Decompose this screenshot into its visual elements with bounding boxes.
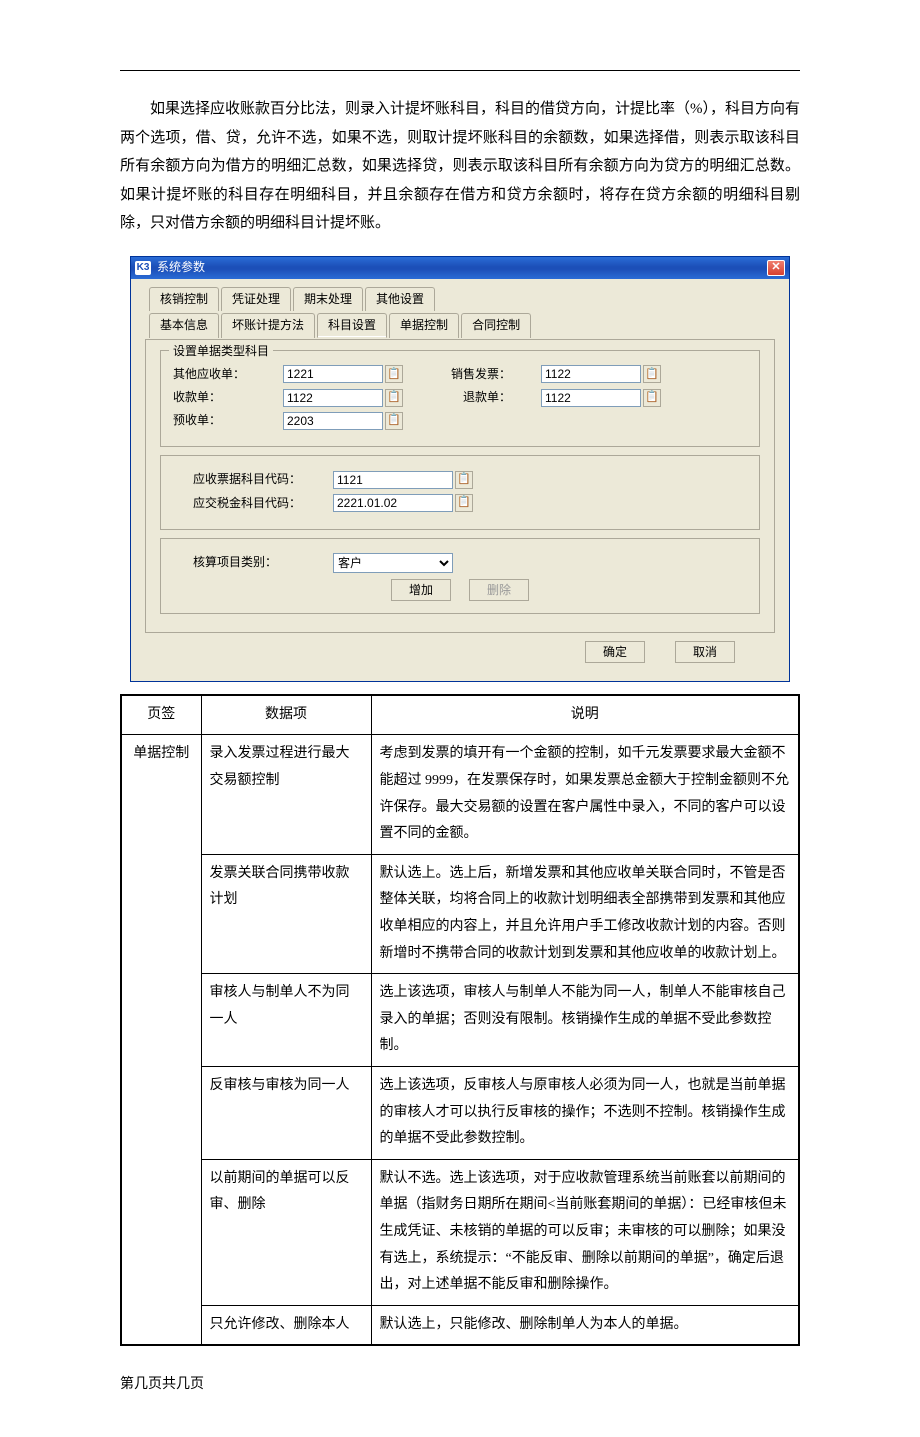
table-row: 反审核与审核为同一人 选上该选项，反审核人与原审核人必须为同一人，也就是当前单据… <box>121 1066 799 1159</box>
desc-cell: 选上该选项，审核人与制单人不能为同一人，制单人不能审核自己录入的单据；否则没有限… <box>371 974 799 1067</box>
desc-cell: 默认选上。选上后，新增发票和其他应收单关联合同时，不管是否整体关联，均将合同上的… <box>371 854 799 973</box>
tab-periodend[interactable]: 期末处理 <box>293 287 363 311</box>
system-params-dialog: K3 系统参数 ✕ 核销控制 凭证处理 期末处理 其他设置 基本信息 坏账计提方… <box>130 256 790 682</box>
receipt-label: 收款单： <box>173 388 283 407</box>
item-cell: 审核人与制单人不为同一人 <box>201 974 371 1067</box>
dialog-title: 系统参数 <box>157 258 767 277</box>
tab-writeoff-ctrl[interactable]: 核销控制 <box>149 287 219 311</box>
category-select[interactable]: 客户 <box>333 553 453 573</box>
subtab-panel: 设置单据类型科目 其他应收单： 📋 销售发票： 📋 收款单： 📋 退款单： <box>145 339 775 633</box>
lookup-icon[interactable]: 📋 <box>385 365 403 383</box>
subtab-billctrl[interactable]: 单据控制 <box>389 313 459 338</box>
th-desc: 说明 <box>371 695 799 735</box>
tax-acct-input[interactable] <box>333 494 453 512</box>
refund-input[interactable] <box>541 389 641 407</box>
cancel-button[interactable]: 取消 <box>675 641 735 663</box>
receipt-input[interactable] <box>283 389 383 407</box>
other-receivable-label: 其他应收单： <box>173 365 283 384</box>
sub-tabs: 基本信息 坏账计提方法 科目设置 单据控制 合同控制 <box>149 313 775 338</box>
lookup-icon[interactable]: 📋 <box>385 389 403 407</box>
app-icon: K3 <box>135 261 151 275</box>
delete-button[interactable]: 删除 <box>469 579 529 601</box>
th-tab: 页签 <box>121 695 201 735</box>
tab-other[interactable]: 其他设置 <box>365 287 435 311</box>
ar-acct-label: 应收票据科目代码： <box>193 470 333 489</box>
close-icon[interactable]: ✕ <box>767 260 785 276</box>
add-button[interactable]: 增加 <box>391 579 451 601</box>
subtab-accounts[interactable]: 科目设置 <box>317 313 387 338</box>
subtab-baddebt[interactable]: 坏账计提方法 <box>221 313 315 338</box>
sales-invoice-input[interactable] <box>541 365 641 383</box>
group-legend: 设置单据类型科目 <box>169 342 273 361</box>
lookup-icon[interactable]: 📋 <box>455 494 473 512</box>
dialog-titlebar[interactable]: K3 系统参数 ✕ <box>131 257 789 279</box>
intro-text: 如果选择应收账款百分比法，则录入计提坏账科目，科目的借贷方向，计提比率（%），科… <box>120 101 800 231</box>
desc-cell: 默认选上，只能修改、删除制单人为本人的单据。 <box>371 1305 799 1345</box>
category-group: 核算项目类别： 客户 增加 删除 <box>160 538 760 614</box>
other-receivable-input[interactable] <box>283 365 383 383</box>
desc-cell: 默认不选。选上该选项，对于应收款管理系统当前账套以前期间的单据（指财务日期所在期… <box>371 1159 799 1305</box>
ar-acct-input[interactable] <box>333 471 453 489</box>
doc-divider <box>120 70 800 71</box>
item-cell: 录入发票过程进行最大交易额控制 <box>201 735 371 854</box>
item-cell: 只允许修改、删除本人 <box>201 1305 371 1345</box>
sales-invoice-label: 销售发票： <box>433 365 511 384</box>
subtab-basic[interactable]: 基本信息 <box>149 313 219 338</box>
item-cell: 以前期间的单据可以反审、删除 <box>201 1159 371 1305</box>
lookup-icon[interactable]: 📋 <box>643 389 661 407</box>
subtab-contract[interactable]: 合同控制 <box>461 313 531 338</box>
table-row: 审核人与制单人不为同一人 选上该选项，审核人与制单人不能为同一人，制单人不能审核… <box>121 974 799 1067</box>
account-codes-group: 应收票据科目代码： 📋 应交税金科目代码： 📋 <box>160 455 760 529</box>
bill-type-accounts-group: 设置单据类型科目 其他应收单： 📋 销售发票： 📋 收款单： 📋 退款单： <box>160 350 760 448</box>
table-row: 以前期间的单据可以反审、删除 默认不选。选上该选项，对于应收款管理系统当前账套以… <box>121 1159 799 1305</box>
advance-input[interactable] <box>283 412 383 430</box>
tab-cell: 单据控制 <box>121 735 201 1345</box>
lookup-icon[interactable]: 📋 <box>385 412 403 430</box>
th-item: 数据项 <box>201 695 371 735</box>
advance-label: 预收单： <box>173 411 283 430</box>
tax-acct-label: 应交税金科目代码： <box>193 494 333 513</box>
item-cell: 反审核与审核为同一人 <box>201 1066 371 1159</box>
tab-voucher[interactable]: 凭证处理 <box>221 287 291 311</box>
category-label: 核算项目类别： <box>193 553 333 572</box>
page-footer: 第几页共几页 <box>120 1374 800 1396</box>
table-row: 发票关联合同携带收款计划 默认选上。选上后，新增发票和其他应收单关联合同时，不管… <box>121 854 799 973</box>
ok-button[interactable]: 确定 <box>585 641 645 663</box>
lookup-icon[interactable]: 📋 <box>643 365 661 383</box>
table-row: 单据控制 录入发票过程进行最大交易额控制 考虑到发票的填开有一个金额的控制，如千… <box>121 735 799 854</box>
desc-cell: 考虑到发票的填开有一个金额的控制，如千元发票要求最大金额不能超过 9999，在发… <box>371 735 799 854</box>
lookup-icon[interactable]: 📋 <box>455 471 473 489</box>
table-row: 只允许修改、删除本人 默认选上，只能修改、删除制单人为本人的单据。 <box>121 1305 799 1345</box>
item-cell: 发票关联合同携带收款计划 <box>201 854 371 973</box>
refund-label: 退款单： <box>433 388 511 407</box>
desc-cell: 选上该选项，反审核人与原审核人必须为同一人，也就是当前单据的审核人才可以执行反审… <box>371 1066 799 1159</box>
main-tabs: 核销控制 凭证处理 期末处理 其他设置 <box>149 287 775 311</box>
params-description-table: 页签 数据项 说明 单据控制 录入发票过程进行最大交易额控制 考虑到发票的填开有… <box>120 694 800 1346</box>
intro-paragraph: 如果选择应收账款百分比法，则录入计提坏账科目，科目的借贷方向，计提比率（%），科… <box>120 95 800 238</box>
